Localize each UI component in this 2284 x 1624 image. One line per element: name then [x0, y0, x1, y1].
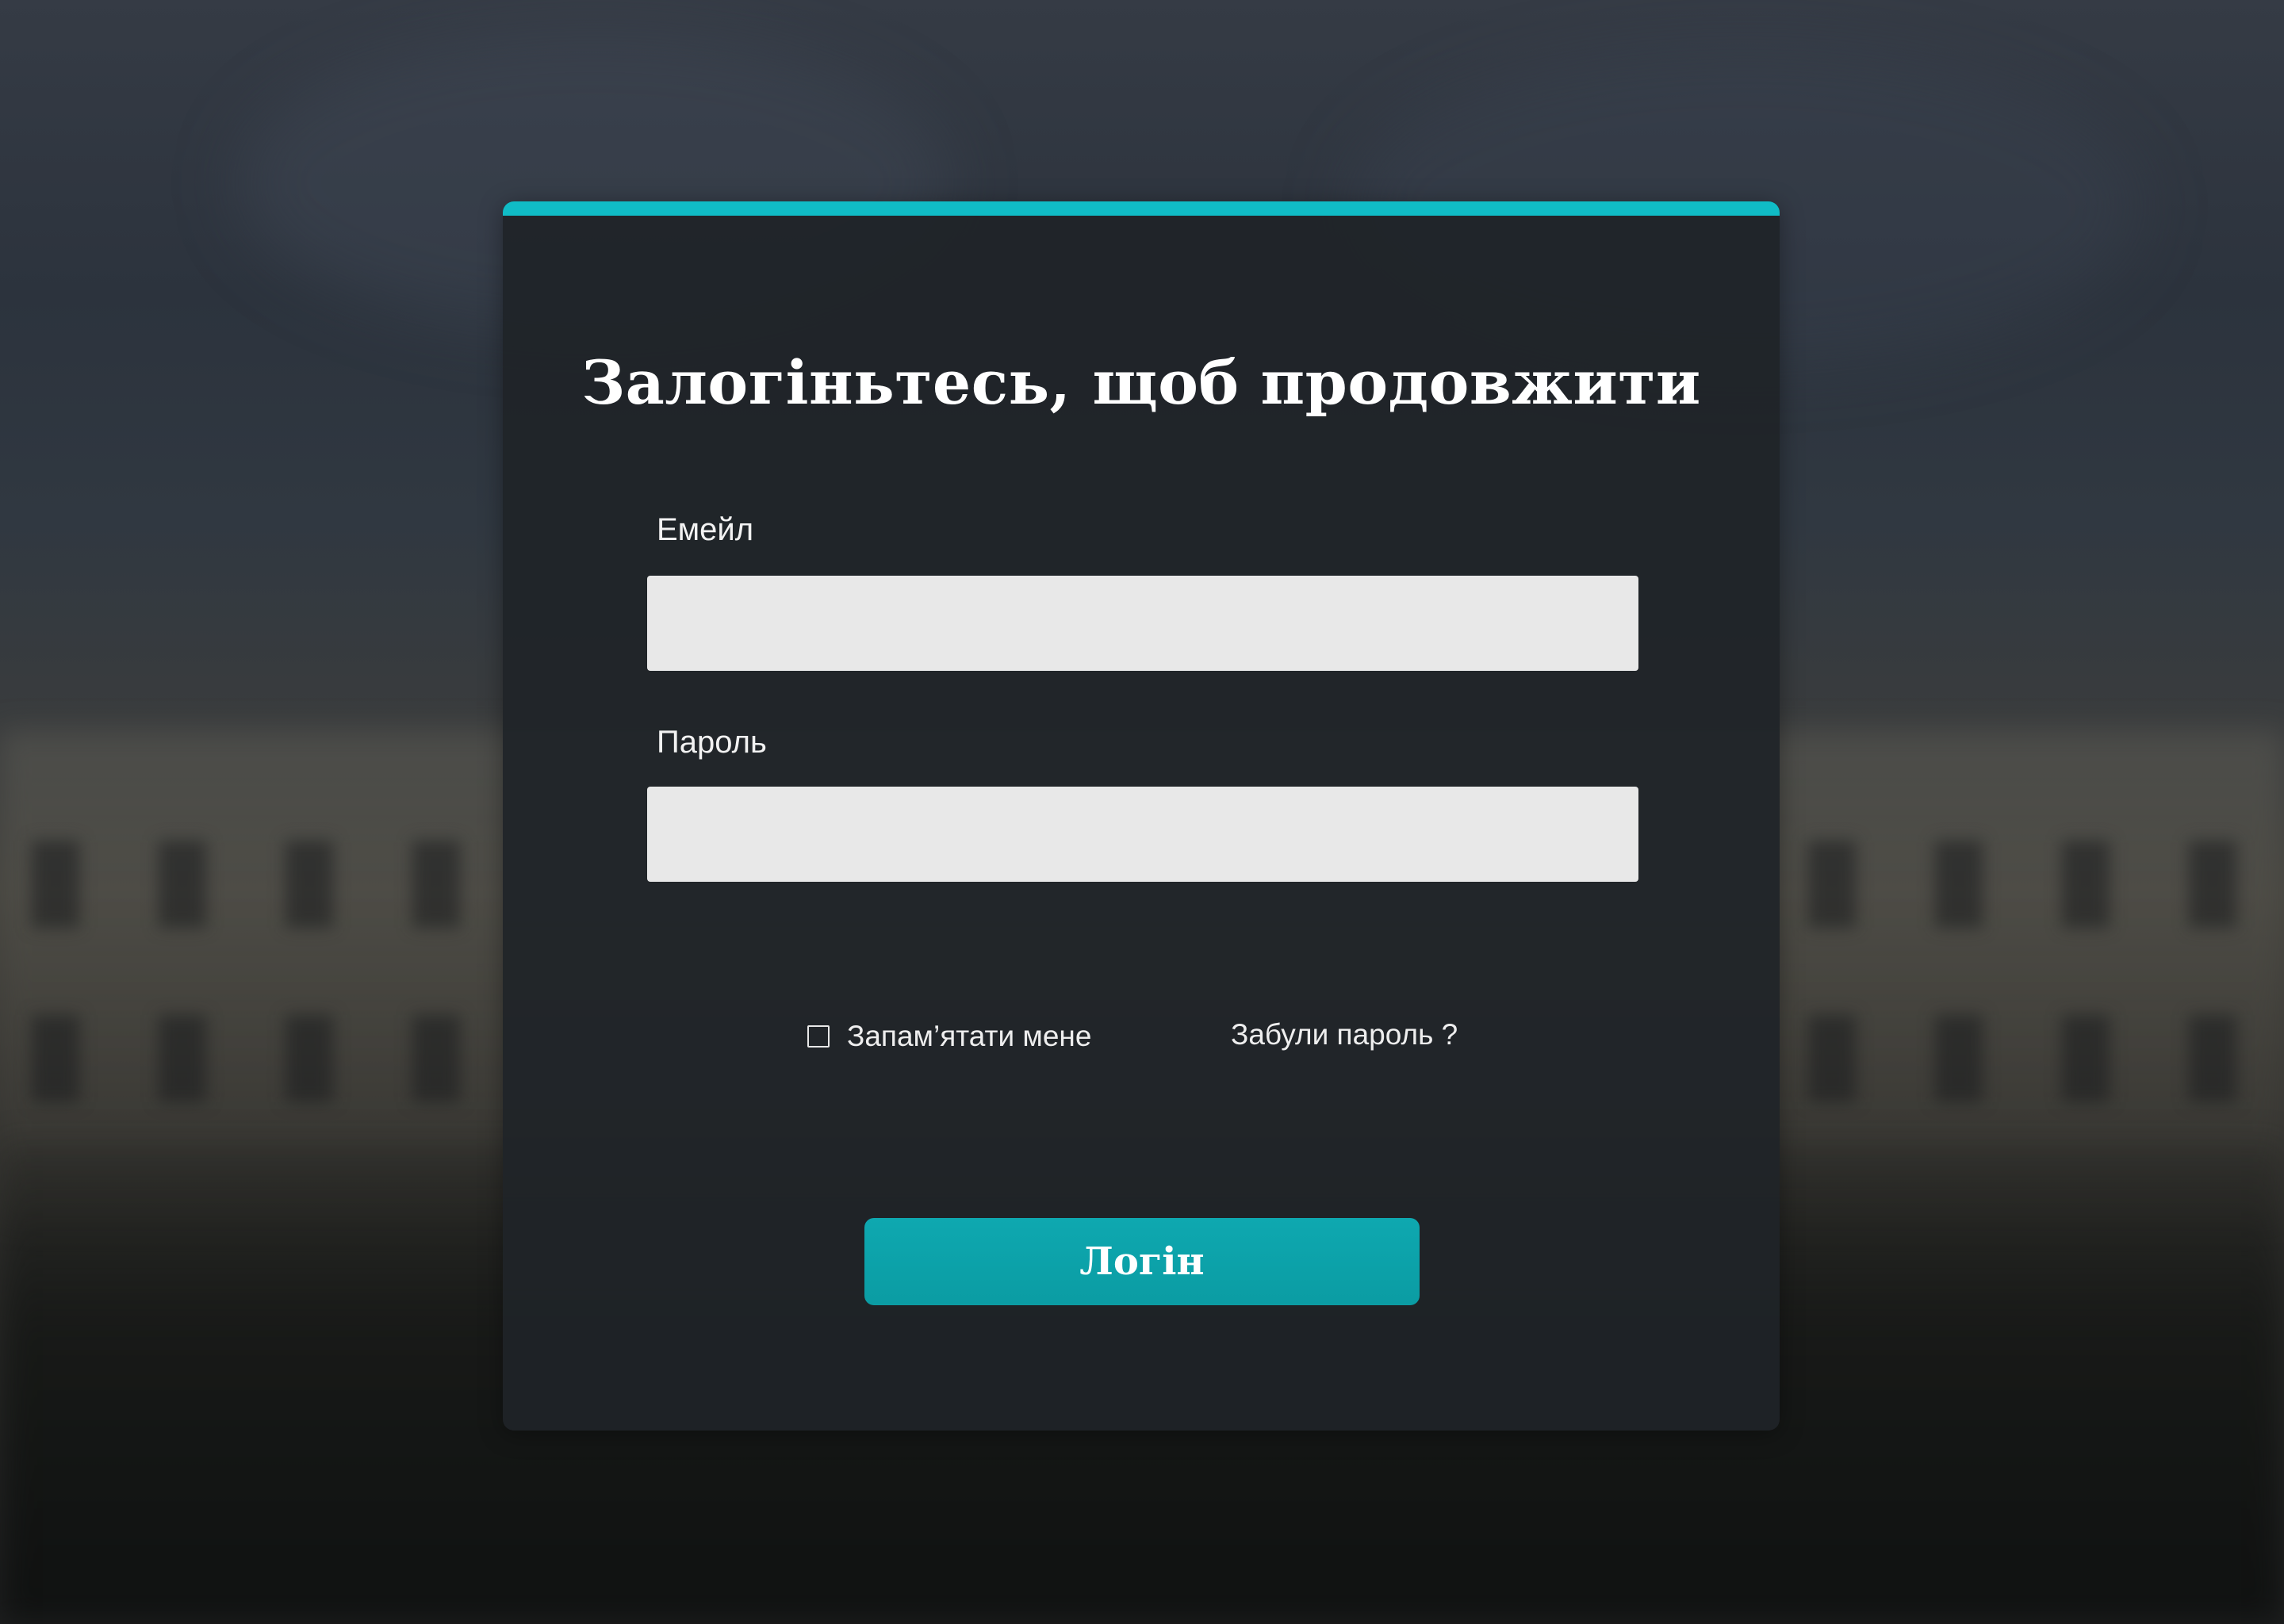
email-field[interactable] [647, 576, 1638, 671]
login-card: Залогіньтесь, щоб продовжити Емейл Парол… [503, 201, 1780, 1431]
password-label: Пароль [657, 725, 767, 760]
remember-me-label: Запам’ятати мене [847, 1020, 1092, 1052]
card-accent-bar [503, 201, 1780, 216]
email-label: Емейл [657, 512, 754, 547]
login-title: Залогіньтесь, щоб продовжити [581, 347, 1701, 418]
remember-me-checkbox[interactable]: Запам’ятати мене [807, 1020, 1091, 1053]
forgot-password-link[interactable]: Забули пароль ? [1231, 1018, 1458, 1051]
login-button[interactable]: Логін [864, 1218, 1420, 1305]
password-field[interactable] [647, 787, 1638, 882]
checkbox-unchecked-icon[interactable] [807, 1025, 830, 1048]
